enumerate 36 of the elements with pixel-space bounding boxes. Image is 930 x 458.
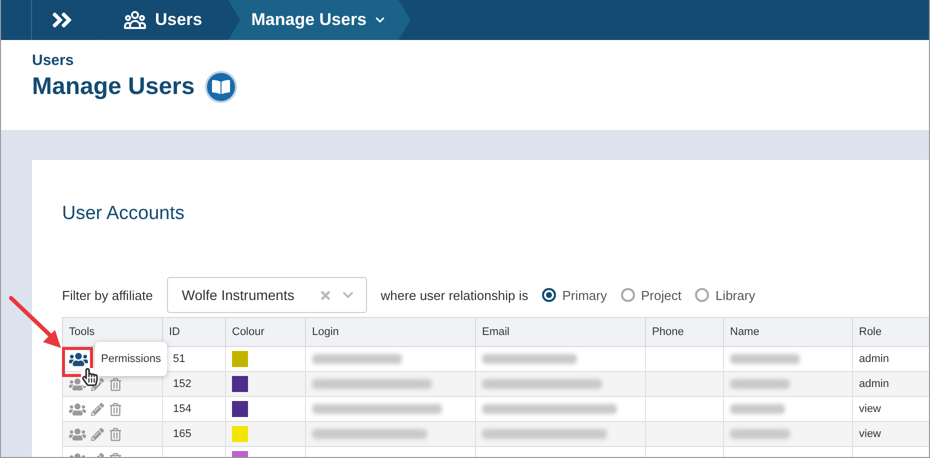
relationship-label: where user relationship is [380,288,528,302]
book-icon[interactable] [204,71,237,103]
affiliate-select[interactable]: Wolfe Instruments [166,277,367,313]
role-text: view [859,403,882,415]
role-text: admin [859,353,889,365]
redacted-text [730,354,800,364]
tooltip: Permissions [95,342,167,376]
page-title: Manage Users [32,73,195,101]
relationship-radio[interactable]: Project [620,288,682,302]
filter-label: Filter by affiliate [62,288,153,302]
id-text: 165 [173,428,192,440]
breadcrumb-item[interactable]: Users [100,0,228,40]
column-header: Colour [226,318,306,346]
card-title: User Accounts [62,203,186,225]
chevron-down-icon [342,289,354,301]
column-header: ID [162,318,226,346]
column-header: Login [306,318,476,346]
relationship-radio[interactable]: Primary [542,288,607,302]
column-header: Role [852,318,929,346]
column-header: Name [724,318,852,346]
id-text: 154 [173,403,192,415]
role-text: admin [859,378,889,390]
redacted-text [730,429,790,439]
id-text: 152 [173,378,192,390]
column-header: Phone [646,318,724,346]
section-label: Users [32,52,75,69]
relationship-radio[interactable]: Library [695,288,756,302]
redacted-text [730,379,790,389]
redacted-text [730,404,785,414]
role-text: view [859,428,882,440]
users-icon [123,8,147,32]
id-text: 51 [173,353,186,365]
clear-icon[interactable] [318,288,332,302]
chevron-down-icon [374,15,385,25]
breadcrumb-item[interactable]: Manage Users [228,0,411,40]
column-header: Email [476,318,646,346]
